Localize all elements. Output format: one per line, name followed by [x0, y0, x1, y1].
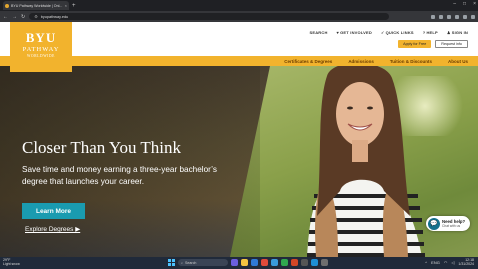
windows-taskbar: 29°F Light snow ⌕ Search ^ ENG ◠ ◁ 12:18… [0, 257, 478, 269]
header-cta-buttons: Apply for Free Request info [398, 40, 468, 48]
volume-icon[interactable]: ◁ [451, 260, 454, 265]
apply-for-free-button[interactable]: Apply for Free [398, 40, 432, 48]
heart-icon: ♥ [336, 30, 340, 35]
clock-date: 1/31/2024 [458, 262, 474, 266]
new-tab-button[interactable]: + [72, 3, 76, 9]
browser-tab[interactable]: BYU Pathway Worldwide | Onl... × [3, 1, 69, 10]
extension-icon[interactable] [439, 14, 443, 19]
file-explorer-icon[interactable] [241, 259, 248, 266]
logo-line-1: BYU [25, 30, 57, 45]
edge-icon[interactable] [251, 259, 258, 266]
close-tab-icon[interactable]: × [65, 3, 67, 8]
weather-desc: Light snow [3, 262, 20, 266]
extension-icon[interactable] [431, 14, 435, 19]
sign-in-link[interactable]: ♟SIGN IN [447, 30, 468, 35]
quick-links-link[interactable]: ✓QUICK LINKS [381, 30, 414, 35]
clock[interactable]: 12:18 1/31/2024 [458, 258, 474, 266]
get-involved-link[interactable]: ♥GET INVOLVED [337, 30, 372, 35]
forward-icon[interactable]: → [12, 14, 17, 20]
utility-links: SEARCH ♥GET INVOLVED ✓QUICK LINKS ?HELP … [309, 30, 468, 35]
powerpoint-icon[interactable] [291, 259, 298, 266]
help-link[interactable]: ?HELP [423, 30, 438, 35]
nav-tuition-discounts[interactable]: Tuition & Discounts [390, 59, 432, 64]
extension-icon[interactable] [455, 14, 459, 19]
mail-icon[interactable] [311, 259, 318, 266]
weather-widget[interactable]: 29°F Light snow [3, 258, 20, 266]
url-field[interactable]: ⚙ byupathway.edu [29, 13, 390, 20]
chevron-up-icon[interactable]: ^ [425, 260, 427, 265]
language-indicator[interactable]: ENG [431, 260, 440, 265]
profile-icon[interactable] [471, 14, 475, 19]
nav-certificates-degrees[interactable]: Certificates & Degrees [284, 59, 332, 64]
logo-line-3: WORLDWIDE [27, 54, 55, 58]
taskbar-apps: ⌕ Search [168, 259, 328, 266]
maximize-icon[interactable]: □ [463, 1, 466, 7]
extensions-area [431, 14, 475, 19]
address-bar-row: ← → ↻ ⚙ byupathway.edu [0, 11, 478, 22]
back-icon[interactable]: ← [3, 14, 8, 20]
browser-tab-bar: BYU Pathway Worldwide | Onl... × + – □ × [0, 0, 478, 11]
taskbar-search-placeholder: Search [185, 260, 197, 265]
byu-pathway-logo[interactable]: BYU PATHWAY WORLDWIDE [10, 22, 72, 72]
logo-line-2: PATHWAY [22, 46, 60, 53]
user-icon: ♟ [446, 30, 451, 35]
hero-photo-woman [307, 66, 425, 257]
close-window-icon[interactable]: × [473, 1, 476, 7]
search-icon: ⌕ [181, 260, 184, 265]
office-icon[interactable] [261, 259, 268, 266]
reload-icon[interactable]: ↻ [21, 14, 25, 20]
store-icon[interactable] [271, 259, 278, 266]
extension-icon[interactable] [447, 14, 451, 19]
site-info-icon[interactable]: ⚙ [34, 14, 38, 19]
pin-icon: ✓ [381, 30, 385, 35]
start-icon[interactable] [168, 259, 175, 266]
copilot-icon[interactable] [231, 259, 238, 266]
hero-title: Closer Than You Think [22, 138, 182, 157]
chat-bubble-icon: 💬 [428, 217, 440, 230]
hero-subtitle: Save time and money earning a three-year… [22, 165, 217, 186]
window-controls: – □ × [453, 1, 476, 7]
nav-about-us[interactable]: About Us [448, 59, 468, 64]
hero-banner: Closer Than You Think Save time and mone… [0, 66, 478, 257]
screen: BYU Pathway Worldwide | Onl... × + – □ ×… [0, 0, 478, 269]
chat-widget[interactable]: 💬 Need help? Chat with us [426, 216, 470, 231]
chat-subtitle: Chat with us [442, 224, 461, 228]
request-info-button[interactable]: Request info [435, 40, 468, 48]
settings-icon[interactable] [321, 259, 328, 266]
app-icon[interactable] [301, 259, 308, 266]
search-link[interactable]: SEARCH [309, 30, 327, 35]
learn-more-button[interactable]: Learn More [22, 203, 85, 219]
favicon-icon [5, 3, 9, 8]
site-header: BYU PATHWAY WORLDWIDE SEARCH ♥GET INVOLV… [0, 22, 478, 72]
tab-title: BYU Pathway Worldwide | Onl... [11, 3, 63, 8]
url-text: byupathway.edu [40, 14, 69, 19]
extension-icon[interactable] [463, 14, 467, 19]
minimize-icon[interactable]: – [453, 1, 456, 7]
system-tray: ^ ENG ◠ ◁ 12:18 1/31/2024 [425, 258, 474, 266]
nav-admissions[interactable]: Admissions [348, 59, 374, 64]
web-page: BYU PATHWAY WORLDWIDE SEARCH ♥GET INVOLV… [0, 22, 478, 257]
explore-degrees-link[interactable]: Explore Degrees ▶ [25, 225, 80, 233]
chrome-icon[interactable] [281, 259, 288, 266]
wifi-icon[interactable]: ◠ [444, 260, 448, 265]
taskbar-search[interactable]: ⌕ Search [178, 259, 228, 266]
